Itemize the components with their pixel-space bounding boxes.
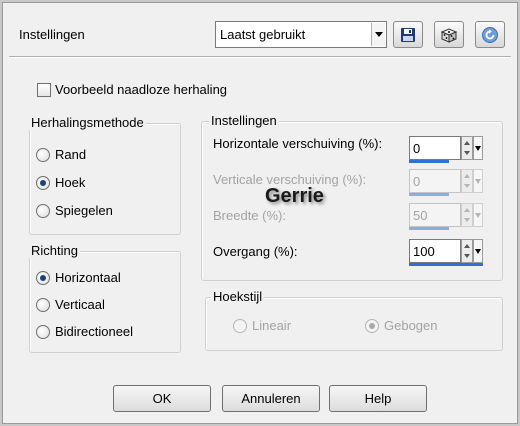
radio-hoek[interactable]: [36, 176, 50, 190]
horizontal-offset-label: Horizontale verschuiving (%):: [213, 136, 383, 151]
horizontal-offset-bar: [409, 160, 449, 163]
transition-value: 100: [413, 244, 435, 259]
watermark-text: Gerrie: [265, 185, 324, 207]
spin-down-icon[interactable]: [464, 218, 470, 222]
tile-settings-dialog: Instellingen Laatst gebruikt Voorbeeld n…: [2, 2, 518, 424]
chevron-down-icon[interactable]: [473, 169, 483, 193]
spin-down-icon[interactable]: [464, 254, 470, 258]
chevron-down-icon[interactable]: [371, 23, 385, 46]
cancel-button-label: Annuleren: [241, 391, 301, 406]
transition-label: Overgang (%):: [213, 244, 298, 259]
horizontal-offset-field[interactable]: 0: [409, 136, 483, 164]
spin-up-icon[interactable]: [464, 174, 470, 178]
horizontal-offset-spinner[interactable]: [461, 136, 473, 160]
vertical-offset-field[interactable]: 0: [409, 169, 483, 197]
transition-spinner[interactable]: [461, 239, 473, 263]
horizontal-offset-input[interactable]: 0: [409, 136, 461, 160]
spin-up-icon[interactable]: [464, 208, 470, 212]
settings-title: Instellingen: [209, 113, 279, 128]
radio-hoek-label[interactable]: Hoek: [55, 175, 85, 190]
reset-icon: [482, 26, 498, 43]
save-preset-button[interactable]: [393, 21, 423, 48]
randomize-button[interactable]: [434, 21, 464, 48]
width-bar: [409, 227, 449, 230]
direction-title: Richting: [29, 243, 80, 258]
repeat-method-title: Herhalingsmethode: [29, 115, 146, 130]
radio-gebogen-label[interactable]: Gebogen: [384, 318, 438, 333]
radio-bidirectioneel[interactable]: [36, 325, 50, 339]
width-spinner[interactable]: [461, 203, 473, 227]
repeat-method-group: [29, 123, 181, 235]
preset-dropdown-value: Laatst gebruikt: [220, 27, 306, 42]
chevron-down-icon[interactable]: [473, 203, 483, 227]
radio-spiegelen[interactable]: [36, 204, 50, 218]
width-label: Breedte (%):: [213, 208, 286, 223]
vertical-offset-value: 0: [413, 174, 421, 189]
help-button-label: Help: [364, 391, 392, 406]
ok-button-label: OK: [152, 391, 172, 406]
radio-verticaal-label[interactable]: Verticaal: [55, 297, 105, 312]
reset-button[interactable]: [475, 21, 505, 48]
header-divider: [9, 56, 511, 58]
spin-up-icon[interactable]: [464, 141, 470, 145]
radio-spiegelen-label[interactable]: Spiegelen: [55, 203, 113, 218]
transition-input[interactable]: 100: [409, 239, 461, 263]
spin-down-icon[interactable]: [464, 151, 470, 155]
seamless-preview-checkbox[interactable]: [37, 83, 51, 97]
vertical-offset-input[interactable]: 0: [409, 169, 461, 193]
vertical-offset-bar: [409, 193, 449, 196]
radio-horizontaal-label[interactable]: Horizontaal: [55, 270, 121, 285]
transition-bar: [409, 263, 483, 266]
width-input[interactable]: 50: [409, 203, 461, 227]
spin-up-icon[interactable]: [464, 244, 470, 248]
horizontal-offset-value: 0: [413, 141, 421, 156]
corner-style-title: Hoekstijl: [211, 289, 265, 304]
ok-button[interactable]: OK: [113, 385, 211, 412]
radio-bidirectioneel-label[interactable]: Bidirectioneel: [55, 324, 133, 339]
vertical-offset-spinner[interactable]: [461, 169, 473, 193]
chevron-down-icon[interactable]: [473, 136, 483, 160]
help-button[interactable]: Help: [329, 385, 427, 412]
radio-rand[interactable]: [36, 148, 50, 162]
width-field[interactable]: 50: [409, 203, 483, 231]
radio-rand-label[interactable]: Rand: [55, 147, 86, 162]
radio-verticaal[interactable]: [36, 298, 50, 312]
chevron-down-icon[interactable]: [473, 239, 483, 263]
transition-field[interactable]: 100: [409, 239, 483, 267]
radio-lineair-label[interactable]: Lineair: [252, 318, 291, 333]
cancel-button[interactable]: Annuleren: [222, 385, 320, 412]
width-value: 50: [413, 208, 428, 223]
radio-gebogen[interactable]: [365, 319, 379, 333]
presets-title: Instellingen: [19, 27, 85, 42]
seamless-preview-label[interactable]: Voorbeeld naadloze herhaling: [55, 82, 227, 97]
dice-icon: [440, 27, 458, 43]
radio-horizontaal[interactable]: [36, 271, 50, 285]
preset-dropdown[interactable]: Laatst gebruikt: [215, 21, 387, 48]
radio-lineair[interactable]: [233, 319, 247, 333]
corner-style-group: [205, 297, 503, 351]
save-icon: [401, 27, 415, 42]
spin-down-icon[interactable]: [464, 184, 470, 188]
